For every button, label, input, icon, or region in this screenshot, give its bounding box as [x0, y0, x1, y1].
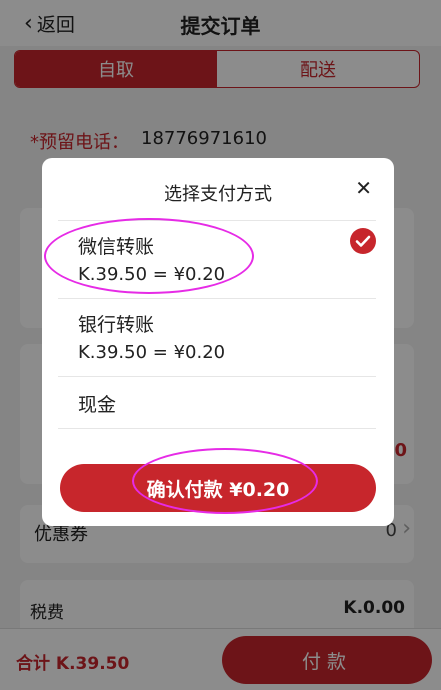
- divider: [58, 376, 376, 377]
- divider: [58, 428, 376, 429]
- check-circle-icon: [350, 228, 376, 254]
- annotation-ellipse: [132, 448, 318, 514]
- annotation-ellipse: [44, 218, 254, 294]
- option-name: 现金: [78, 394, 117, 416]
- option-rate: K.39.50 = ¥0.20: [78, 342, 226, 363]
- option-name: 银行转账: [78, 314, 155, 336]
- modal-title: 选择支付方式: [164, 184, 272, 205]
- divider: [58, 298, 376, 299]
- close-icon[interactable]: ✕: [355, 176, 372, 200]
